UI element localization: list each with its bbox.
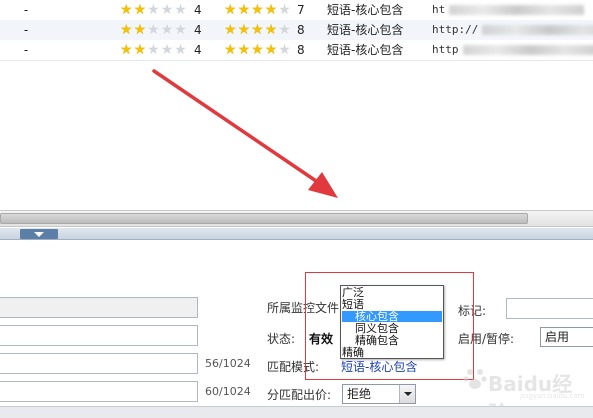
table-row[interactable]: - ★ ★ ★ ★ ★ 4 ★ ★ ★ ★ ★ 8 短语-核心包含 http:// xyxy=(0,20,593,40)
star-empty-icon: ★ xyxy=(278,22,291,38)
star-empty-icon: ★ xyxy=(147,42,160,58)
bid-score: 8 xyxy=(297,23,305,37)
table-row[interactable]: - ★ ★ ★ ★ ★ 4 ★ ★ ★ ★ ★ 8 短语-核心包含 http xyxy=(0,40,593,60)
panel-splitter[interactable] xyxy=(0,228,593,240)
row-dash: - xyxy=(23,23,29,37)
row-dash: - xyxy=(23,43,29,57)
star-filled-icon: ★ xyxy=(133,42,147,58)
quality-score: 4 xyxy=(194,43,202,57)
title-field[interactable] xyxy=(0,325,198,346)
status-label: 状态: xyxy=(267,332,296,346)
match-type: 短语-核心包含 xyxy=(327,23,404,37)
chevron-down-icon[interactable] xyxy=(399,385,415,403)
redacted-url xyxy=(449,5,585,15)
star-empty-icon: ★ xyxy=(160,22,174,38)
scrollbar-thumb[interactable] xyxy=(0,213,528,224)
star-empty-icon: ★ xyxy=(278,42,291,58)
star-filled-icon: ★ xyxy=(133,2,147,18)
table-row[interactable]: - ★ ★ ★ ★ ★ 4 ★ ★ ★ ★ ★ 7 短语-核心包含 ht xyxy=(0,0,593,20)
table-divider xyxy=(0,60,593,61)
star-filled-icon: ★ xyxy=(264,2,278,18)
star-empty-icon: ★ xyxy=(174,22,187,38)
star-filled-icon: ★ xyxy=(133,22,147,38)
star-filled-icon: ★ xyxy=(264,22,278,38)
star-empty-icon: ★ xyxy=(174,42,187,58)
watermark-logo: Baidu经验 jingyan.baidu.com xyxy=(460,362,590,418)
redacted-url xyxy=(462,45,593,55)
star-empty-icon: ★ xyxy=(147,22,160,38)
description-field-2[interactable] xyxy=(0,381,198,402)
match-type: 短语-核心包含 xyxy=(327,43,404,57)
star-empty-icon: ★ xyxy=(147,2,160,18)
mark-field[interactable] xyxy=(506,298,593,319)
split-bid-label: 分匹配出价: xyxy=(267,388,332,402)
star-empty-icon: ★ xyxy=(160,2,174,18)
horizontal-scrollbar[interactable] xyxy=(0,210,593,227)
star-empty-icon: ★ xyxy=(174,2,187,18)
quality-score: 4 xyxy=(194,23,202,37)
target-url[interactable]: http:// xyxy=(432,20,593,40)
quality-stars: ★ ★ ★ ★ ★ xyxy=(120,0,187,20)
collapse-toggle-icon[interactable] xyxy=(20,229,58,239)
star-filled-icon: ★ xyxy=(251,2,264,18)
quality-stars: ★ ★ ★ ★ ★ xyxy=(120,20,187,40)
quality-stars: ★ ★ ★ ★ ★ xyxy=(120,40,187,60)
star-filled-icon: ★ xyxy=(251,22,264,38)
star-filled-icon: ★ xyxy=(264,42,278,58)
quality-score: 4 xyxy=(194,3,202,17)
star-filled-icon: ★ xyxy=(237,22,251,38)
bid-stars: ★ ★ ★ ★ ★ xyxy=(224,40,291,60)
star-filled-icon: ★ xyxy=(224,42,237,58)
char-counter-2: 60/1024 xyxy=(205,385,251,398)
star-filled-icon: ★ xyxy=(224,2,237,18)
star-filled-icon: ★ xyxy=(237,42,251,58)
status-bar xyxy=(0,406,593,418)
star-filled-icon: ★ xyxy=(224,22,237,38)
star-empty-icon: ★ xyxy=(160,42,174,58)
pause-select[interactable]: 启用 xyxy=(540,327,593,347)
split-bid-select[interactable]: 拒绝 xyxy=(342,384,416,404)
star-empty-icon: ★ xyxy=(278,2,291,18)
star-filled-icon: ★ xyxy=(120,2,133,18)
target-url[interactable]: ht xyxy=(432,0,585,20)
annotation-box xyxy=(305,272,474,380)
description-field-1[interactable] xyxy=(0,353,198,374)
star-filled-icon: ★ xyxy=(237,2,251,18)
match-type: 短语-核心包含 xyxy=(327,3,404,17)
row-dash: - xyxy=(23,3,29,17)
bid-stars: ★ ★ ★ ★ ★ xyxy=(224,0,291,20)
star-filled-icon: ★ xyxy=(120,42,133,58)
star-filled-icon: ★ xyxy=(251,42,264,58)
bid-score: 7 xyxy=(297,3,305,17)
target-url[interactable]: http xyxy=(432,40,593,60)
bid-score: 8 xyxy=(297,43,305,57)
star-filled-icon: ★ xyxy=(120,22,133,38)
keyword-field[interactable] xyxy=(0,297,198,318)
bid-stars: ★ ★ ★ ★ ★ xyxy=(224,20,291,40)
paw-icon xyxy=(463,369,487,389)
redacted-url xyxy=(482,25,593,35)
char-counter-1: 56/1024 xyxy=(205,357,251,370)
